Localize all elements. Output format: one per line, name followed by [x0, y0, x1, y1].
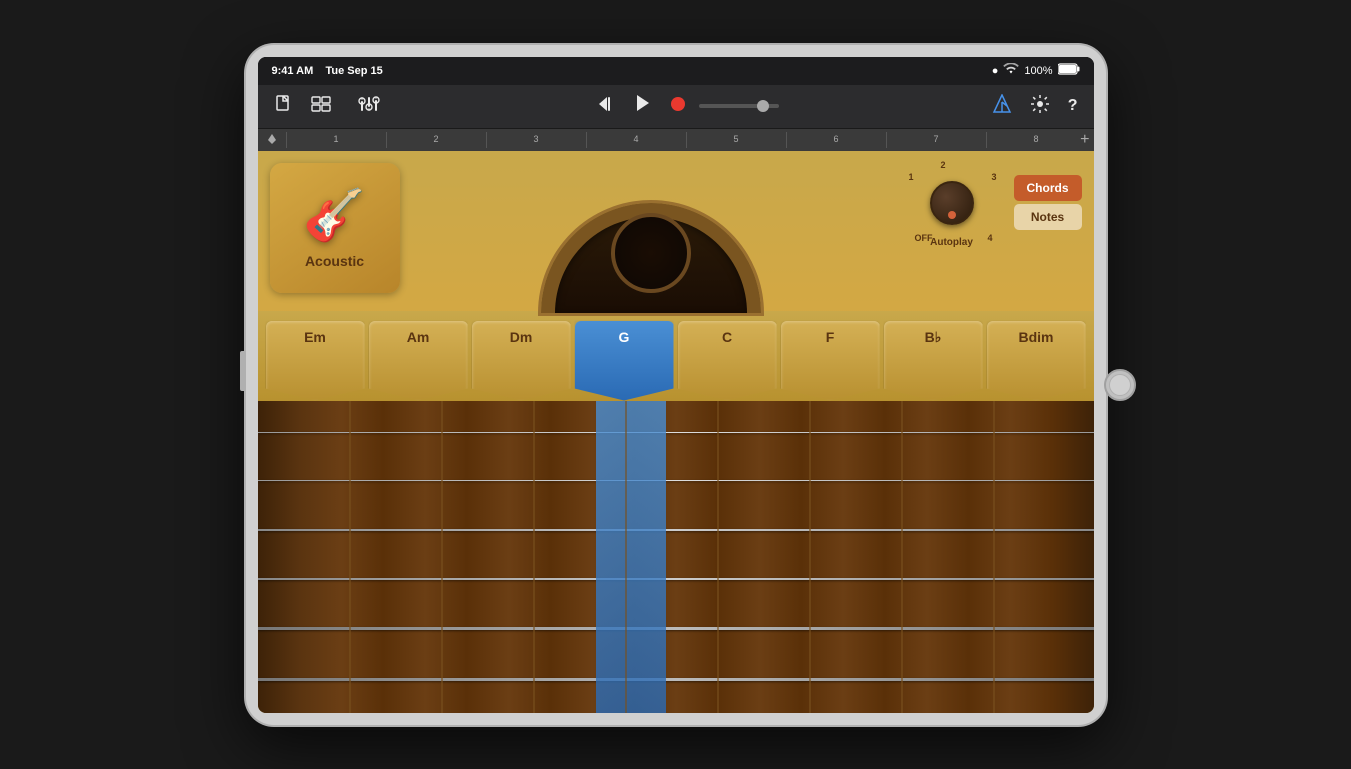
ruler-add-button[interactable]: + [1080, 131, 1089, 149]
instrument-tile[interactable]: 🎸 Acoustic [270, 163, 400, 293]
guitar-arch [541, 203, 761, 313]
fret-line [993, 401, 995, 713]
home-button-inner [1109, 374, 1131, 396]
string-6 [258, 678, 1094, 681]
guitar-icon: 🎸 [303, 186, 365, 245]
guitar-area: 🎸 Acoustic [258, 151, 1094, 713]
guitar-body-center [400, 163, 902, 313]
knob-label-3: 3 [991, 172, 996, 182]
status-time-date: 9:41 AM Tue Sep 15 [272, 65, 383, 77]
main-content: 🎸 Acoustic [258, 151, 1094, 713]
chord-key-am[interactable]: Am [369, 321, 468, 401]
chords-notes-panel: Chords Notes [1014, 163, 1082, 230]
chord-key-bb[interactable]: B♭ [884, 321, 983, 401]
ruler-mark: 1 [286, 132, 386, 148]
battery-icon [1058, 63, 1080, 78]
string-3 [258, 529, 1094, 531]
chord-key-g[interactable]: G [575, 321, 674, 401]
fret-line [625, 401, 627, 713]
ipad-frame: 9:41 AM Tue Sep 15 ● 100% [246, 45, 1106, 725]
toolbar: ? [258, 85, 1094, 129]
status-time: 9:41 AM [272, 65, 314, 77]
chord-active-bar [596, 401, 666, 713]
ruler-mark: 8 [986, 132, 1086, 148]
ruler-mark: 7 [886, 132, 986, 148]
view-button[interactable] [306, 91, 336, 122]
chord-keys: Em Am Dm G C F B♭ Bdim [258, 311, 1094, 401]
ipad-screen: 9:41 AM Tue Sep 15 ● 100% [258, 57, 1094, 713]
battery-percent: 100% [1024, 65, 1052, 77]
instrument-name: Acoustic [305, 253, 364, 269]
soundhole [611, 213, 691, 293]
string-1 [258, 432, 1094, 433]
ruler: 1 2 3 4 5 6 7 8 + [258, 129, 1094, 151]
knob-label-off: OFF [915, 233, 933, 243]
signal-icon: ● [992, 65, 999, 77]
ruler-mark: 6 [786, 132, 886, 148]
ruler-mark: 3 [486, 132, 586, 148]
record-button[interactable] [665, 91, 691, 122]
play-button[interactable] [629, 89, 657, 123]
chord-key-em[interactable]: Em [266, 321, 365, 401]
chord-key-bdim[interactable]: Bdim [987, 321, 1086, 401]
home-button[interactable] [1104, 369, 1136, 401]
fret-line [809, 401, 811, 713]
wifi-icon [1003, 63, 1019, 78]
status-bar: 9:41 AM Tue Sep 15 ● 100% [258, 57, 1094, 85]
notes-button[interactable]: Notes [1014, 204, 1082, 230]
metronome-button[interactable] [988, 90, 1016, 123]
knob-label-2: 2 [941, 160, 946, 170]
ruler-mark: 5 [686, 132, 786, 148]
autoplay-knob[interactable] [930, 181, 974, 225]
help-button[interactable]: ? [1064, 93, 1082, 119]
chord-key-f[interactable]: F [781, 321, 880, 401]
chord-key-c[interactable]: C [678, 321, 777, 401]
mixer-button[interactable] [354, 91, 384, 122]
guitar-top: 🎸 Acoustic [258, 151, 1094, 311]
fretboard[interactable] [258, 401, 1094, 713]
autoplay-area: OFF 1 2 3 4 Autoplay [902, 163, 1002, 248]
toolbar-right: ? [988, 90, 1082, 123]
fret-line [533, 401, 535, 713]
toolbar-center [394, 89, 978, 123]
knob-dot [948, 211, 956, 219]
fret-line [349, 401, 351, 713]
fret-line [717, 401, 719, 713]
volume-thumb [757, 100, 769, 112]
toolbar-left [270, 90, 336, 123]
string-5 [258, 627, 1094, 630]
settings-button[interactable] [1026, 90, 1054, 123]
status-right: ● 100% [992, 63, 1080, 78]
knob-container[interactable]: OFF 1 2 3 4 [922, 173, 982, 233]
fret-line [441, 401, 443, 713]
chord-key-dm[interactable]: Dm [472, 321, 571, 401]
string-2 [258, 480, 1094, 481]
knob-label-4: 4 [987, 233, 992, 243]
new-button[interactable] [270, 90, 298, 123]
ruler-marks: 1 2 3 4 5 6 7 8 [266, 132, 1086, 148]
ruler-mark: 2 [386, 132, 486, 148]
ruler-mark: 4 [586, 132, 686, 148]
status-date: Tue Sep 15 [326, 65, 383, 77]
chords-button[interactable]: Chords [1014, 175, 1082, 201]
string-4 [258, 578, 1094, 580]
rewind-button[interactable] [593, 91, 621, 122]
side-button[interactable] [240, 351, 244, 391]
soundhole-container [541, 163, 761, 313]
knob-label-1: 1 [909, 172, 914, 182]
volume-slider[interactable] [699, 104, 779, 108]
fret-line [901, 401, 903, 713]
